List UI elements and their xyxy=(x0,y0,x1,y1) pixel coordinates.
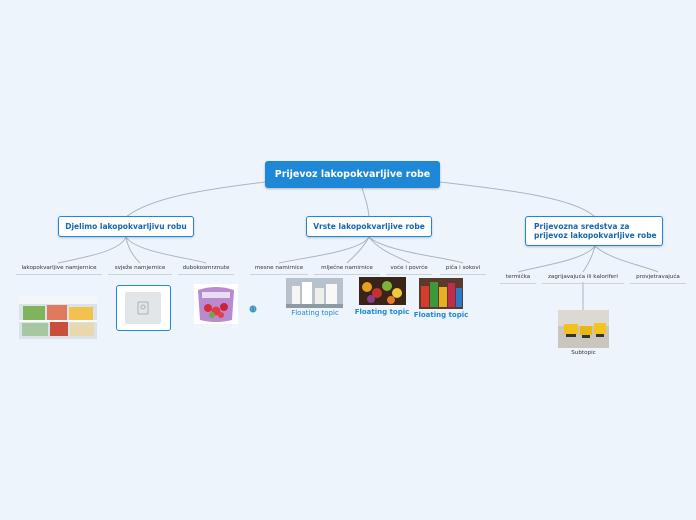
mind-map-canvas: Prijevoz lakopokvarljive robe Djelimo la… xyxy=(0,0,696,520)
frozen-strawberries-image xyxy=(194,284,238,324)
branch-djelimo[interactable]: Djelimo lakopokvarljivu robu xyxy=(58,216,194,237)
branch-prijevozna-label: Prijevozna sredstva za prijevoz lakopokv… xyxy=(534,222,657,240)
drinks-image xyxy=(419,278,463,309)
trucks-image xyxy=(558,310,609,348)
subtopic-svjeze[interactable]: svježe namjernice xyxy=(108,264,172,275)
subtopic-zagrijavajuca[interactable]: zagrijavajuća ili kaloriferi xyxy=(542,273,624,284)
branch-vrste[interactable]: Vrste lakopokvarljive robe xyxy=(306,216,432,237)
branch-vrste-label: Vrste lakopokvarljive robe xyxy=(313,222,425,231)
subtopic-mljecne[interactable]: mlječne namirnice xyxy=(314,264,380,275)
subtopic-voce[interactable]: voće i povrće xyxy=(386,264,432,275)
connector-lines xyxy=(57,181,659,310)
frozen-food-image xyxy=(19,296,97,339)
subtopic-dubokosmrznute[interactable]: dubokosmrznute xyxy=(178,264,234,275)
subtopic-mesne[interactable]: mesne namirnice xyxy=(250,264,308,275)
subtopic-provjetravajuca[interactable]: provjetravajuća xyxy=(630,273,686,284)
branch-prijevozna[interactable]: Prijevozna sredstva za prijevoz lakopokv… xyxy=(525,216,663,246)
branch-djelimo-label: Djelimo lakopokvarljivu robu xyxy=(65,222,187,231)
floating-topic-2[interactable]: Floating topic xyxy=(352,308,412,316)
fruit-vegetables-image xyxy=(359,277,406,305)
floating-topic-3[interactable]: Floating topic xyxy=(410,311,472,319)
image-placeholder-node[interactable] xyxy=(116,285,171,331)
dairy-image xyxy=(286,278,343,308)
subtopic-trucks[interactable]: Subtopic xyxy=(558,350,609,356)
root-topic[interactable]: Prijevoz lakopokvarljive robe xyxy=(265,161,440,188)
floating-topic-1[interactable]: Floating topic xyxy=(286,309,344,317)
image-placeholder-icon xyxy=(125,292,161,324)
subtopic-termicka[interactable]: termička xyxy=(500,273,536,284)
subtopic-lakopokvarljive[interactable]: lakopokvarljive namjernice xyxy=(16,264,102,275)
subtopic-pica[interactable]: piča i sokovi xyxy=(440,264,486,275)
globe-icon[interactable] xyxy=(249,298,257,313)
